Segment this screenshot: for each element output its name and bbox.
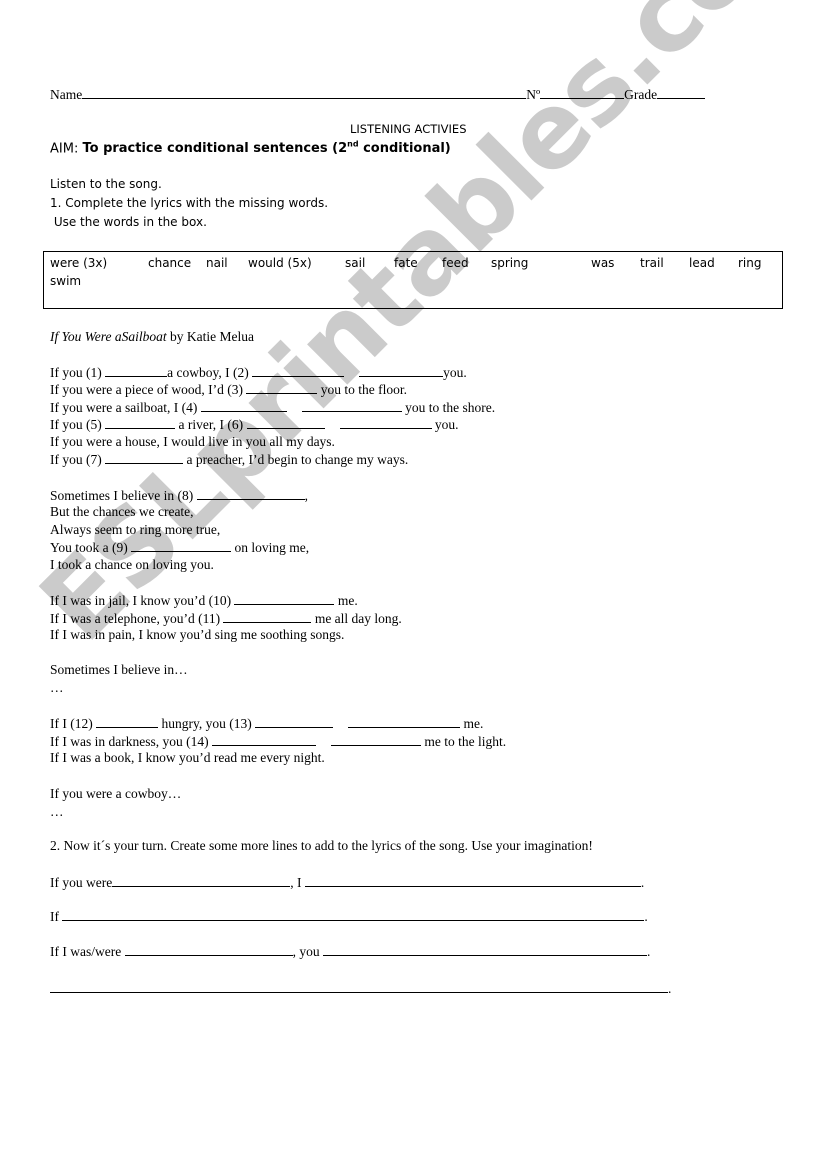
word-chance: chance [148, 256, 192, 270]
lyric-line: Sometimes I believe in… [50, 662, 188, 677]
answer-3b[interactable] [322, 943, 647, 956]
task2-line-4: . [50, 980, 671, 997]
word-lead: lead [689, 256, 715, 270]
lyric-line: If you (5) a river, I (6) you. [50, 416, 459, 432]
word-fate: fate [394, 256, 418, 270]
blank-14b[interactable] [330, 733, 421, 746]
lyric-line: If I was in pain, I know you’d sing me s… [50, 627, 345, 642]
blank-12[interactable] [96, 715, 159, 728]
blank-3[interactable] [246, 381, 318, 394]
answer-1a[interactable] [112, 874, 291, 887]
instruction-complete: 1. Complete the lyrics with the missing … [50, 196, 329, 210]
lyric-line: … [50, 680, 64, 695]
answer-3a[interactable] [124, 943, 293, 956]
lyric-line: If you were a piece of wood, I’d (3) you… [50, 381, 408, 397]
lyric-line: If you were a cowboy… [50, 786, 182, 801]
answer-4[interactable] [50, 980, 668, 993]
lyric-line: If you were a sailboat, I (4) you to the… [50, 399, 496, 415]
instruction-listen: Listen to the song. [50, 177, 162, 191]
word-ring: ring [738, 256, 762, 270]
answer-2[interactable] [62, 908, 645, 921]
blank-10[interactable] [234, 592, 335, 605]
word-was: was [591, 256, 615, 270]
blank-2b[interactable] [359, 364, 444, 377]
word-feed: feed [442, 256, 469, 270]
word-trail: trail [640, 256, 664, 270]
aim-text: To practice conditional sentences (2 [82, 141, 348, 157]
instruction-use-words: Use the words in the box. [50, 215, 207, 229]
blank-1[interactable] [105, 364, 168, 377]
blank-2a[interactable] [252, 364, 345, 377]
blank-6a[interactable] [246, 416, 325, 429]
blank-4b[interactable] [301, 399, 402, 412]
lyric-line: I took a chance on loving you. [50, 557, 214, 572]
blank-11[interactable] [223, 610, 312, 623]
grade-label: Grade [624, 87, 658, 102]
task2-line-3: If I was/were , you . [50, 943, 651, 959]
name-label: Name [50, 87, 83, 102]
song-artist: by Katie Melua [166, 329, 254, 344]
worksheet-title: LISTENING ACTIVIES [350, 122, 467, 136]
word-spring: spring [491, 256, 529, 270]
lyric-line: If I was a book, I know you’d read me ev… [50, 750, 325, 765]
blank-5[interactable] [105, 416, 176, 429]
aim-label: AIM: [50, 141, 83, 157]
word-were: were (3x) [50, 256, 108, 270]
lyric-line: You took a (9) on loving me, [50, 539, 310, 555]
aim-text-end: conditional) [358, 141, 451, 157]
task2-line-2: If . [50, 908, 648, 924]
lyric-line: If I (12) hungry, you (13) me. [50, 715, 484, 731]
word-nail: nail [206, 256, 228, 270]
lyric-line: If you were a house, I would live in you… [50, 434, 335, 449]
lyric-line: If I was a telephone, you’d (11) me all … [50, 610, 402, 626]
aim-line: AIM: To practice conditional sentences (… [50, 140, 451, 156]
song-title-line: If You Were aSailboat by Katie Melua [50, 329, 254, 345]
lyric-line: If you (7) a preacher, I’d begin to chan… [50, 451, 409, 467]
number-field[interactable] [540, 86, 625, 99]
word-swim: swim [50, 274, 82, 288]
task2-line-1: If you were, I . [50, 874, 645, 890]
song-title: If You Were aSailboat [50, 329, 167, 344]
lyric-line: Always seem to ring more true, [50, 522, 221, 537]
blank-8[interactable] [196, 487, 305, 500]
lyric-line: Sometimes I believe in (8) , [50, 487, 308, 503]
name-field[interactable] [82, 86, 527, 99]
lyric-line: If I was in jail, I know you’d (10) me. [50, 592, 358, 608]
task2-instruction: 2. Now it´s your turn. Create some more … [50, 838, 593, 853]
answer-1b[interactable] [304, 874, 641, 887]
blank-4a[interactable] [200, 399, 287, 412]
blank-14a[interactable] [211, 733, 316, 746]
lyric-line: … [50, 804, 64, 819]
blank-7[interactable] [105, 451, 184, 464]
word-box: were (3x) chance nail would (5x) sail fa… [43, 251, 783, 309]
number-label: Nº [526, 87, 541, 102]
blank-13b[interactable] [348, 715, 461, 728]
student-info-row: Name Nº Grade [50, 86, 706, 103]
lyric-line: But the chances we create, [50, 504, 194, 519]
word-would: would (5x) [248, 256, 312, 270]
blank-9[interactable] [131, 539, 232, 552]
grade-field[interactable] [657, 86, 706, 99]
aim-superscript: nd [347, 140, 359, 149]
word-sail: sail [345, 256, 366, 270]
blank-6b[interactable] [339, 416, 432, 429]
blank-13a[interactable] [255, 715, 334, 728]
lyric-line: If you (1) a cowboy, I (2) you. [50, 364, 467, 380]
lyric-line: If I was in darkness, you (14) me to the… [50, 733, 507, 749]
